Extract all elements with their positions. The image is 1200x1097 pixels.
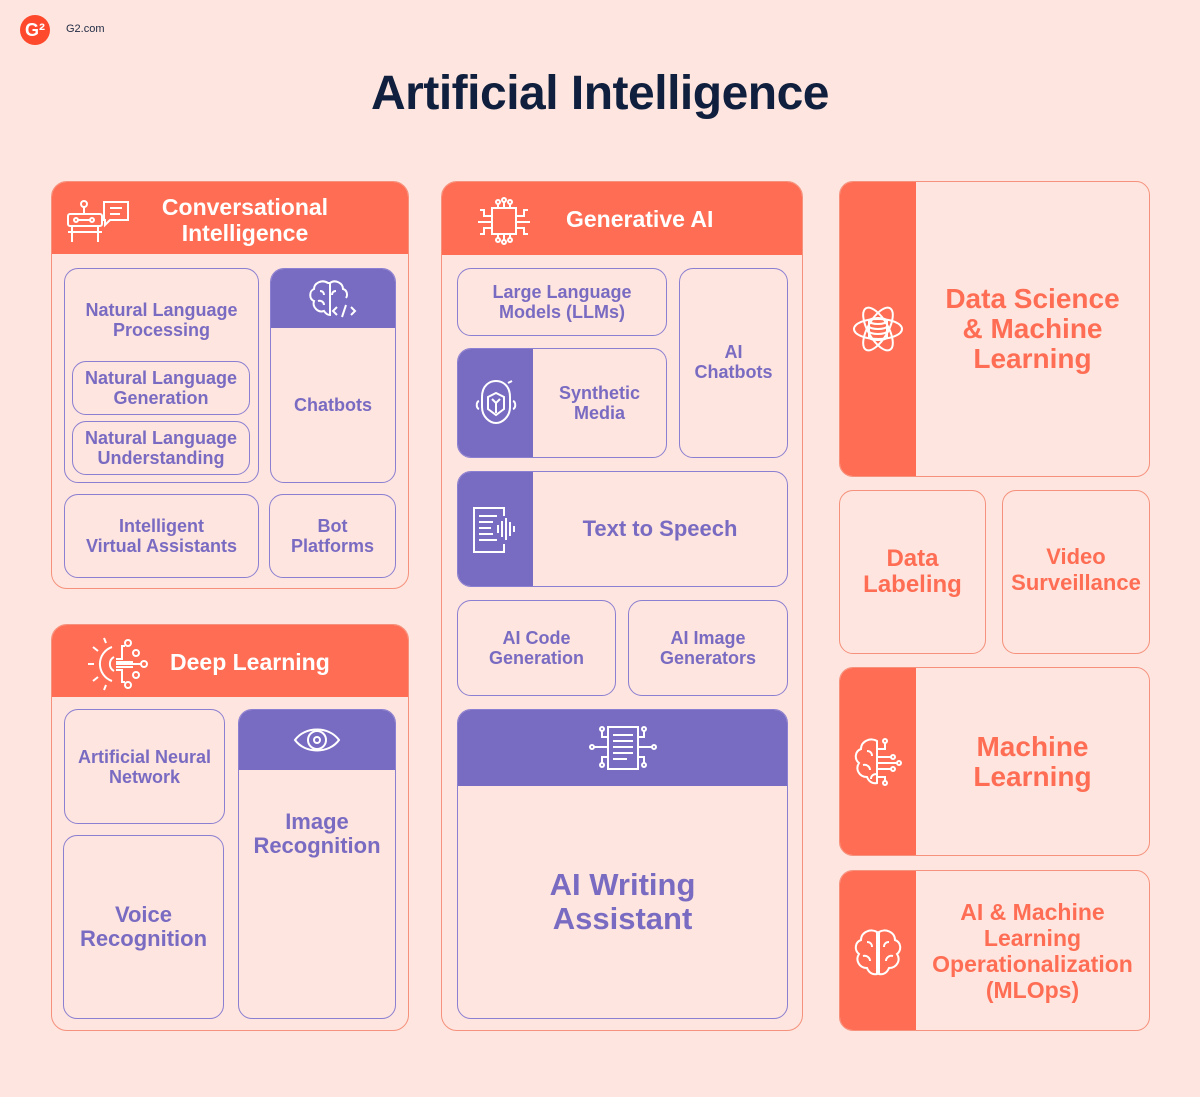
image-recognition-label: Image Recognition: [253, 809, 381, 858]
ann-label: Artificial Neural Network: [77, 746, 212, 787]
ai-code-label: AI Code Generation: [488, 628, 585, 668]
box-large-language-models[interactable]: Large Language Models (LLMs): [457, 268, 667, 336]
card-video-surveillance[interactable]: Video Surveillance: [1002, 490, 1150, 654]
tts-label: Text to Speech: [582, 516, 738, 541]
robot-chat-icon: [64, 198, 132, 244]
voice-recognition-label: Voice Recognition: [79, 902, 208, 951]
g2-site-label: G2.com: [66, 23, 105, 35]
document-circuit-icon: [458, 710, 787, 786]
document-audio-icon: [458, 472, 533, 586]
face-scan-icon: [458, 349, 533, 457]
page-title: Artificial Intelligence: [371, 67, 829, 120]
panel-title: Generative AI: [566, 206, 714, 232]
chatbots-label: Chatbots: [294, 395, 372, 415]
video-surveillance-label: Video Surveillance: [1011, 544, 1141, 595]
box-voice-recognition[interactable]: Voice Recognition: [63, 835, 224, 1019]
g2-logo[interactable]: G²: [20, 15, 50, 45]
eye-icon: [239, 710, 395, 770]
data-labeling-label: Data Labeling: [863, 545, 962, 598]
box-chatbots[interactable]: Chatbots: [270, 268, 396, 483]
card-data-science-machine-learning[interactable]: Data Science & Machine Learning: [839, 181, 1150, 477]
box-ai-writing-assistant[interactable]: AI Writing Assistant: [457, 709, 788, 1019]
ai-image-label: AI Image Generators: [659, 628, 757, 668]
synthetic-media-label: Synthetic Media: [558, 383, 641, 423]
panel-header: Generative AI: [442, 182, 802, 255]
brain-code-icon: [271, 269, 395, 328]
llm-label: Large Language Models (LLMs): [492, 282, 632, 322]
ml-label: Machine Learning: [973, 730, 1092, 792]
box-text-to-speech[interactable]: Text to Speech: [457, 471, 788, 587]
box-image-recognition[interactable]: Image Recognition: [238, 709, 396, 1019]
card-mlops[interactable]: AI & Machine Learning Operationalization…: [839, 870, 1150, 1031]
neural-sun-icon: [88, 637, 148, 691]
box-natural-language-generation[interactable]: Natural Language Generation: [72, 361, 250, 415]
atom-database-icon: [840, 182, 916, 476]
card-data-labeling[interactable]: Data Labeling: [839, 490, 986, 654]
nlg-label: Natural Language Generation: [84, 368, 238, 408]
panel-header: Deep Learning: [52, 625, 408, 697]
ai-chatbots-label: AI Chatbots: [694, 342, 773, 382]
mlops-label: AI & Machine Learning Operationalization…: [932, 898, 1133, 1003]
panel-title: Conversational Intelligence: [161, 194, 329, 246]
box-ai-chatbots[interactable]: AI Chatbots: [679, 268, 788, 458]
box-ai-code-generation[interactable]: AI Code Generation: [457, 600, 616, 696]
box-intelligent-virtual-assistants[interactable]: Intelligent Virtual Assistants: [64, 494, 259, 578]
ai-writing-label: AI Writing Assistant: [549, 867, 696, 936]
box-natural-language-understanding[interactable]: Natural Language Understanding: [72, 421, 250, 475]
card-machine-learning[interactable]: Machine Learning: [839, 667, 1150, 856]
iva-label: Intelligent Virtual Assistants: [85, 516, 238, 556]
box-synthetic-media[interactable]: Synthetic Media: [457, 348, 667, 458]
box-bot-platforms[interactable]: Bot Platforms: [269, 494, 396, 578]
dsml-label: Data Science & Machine Learning: [945, 283, 1120, 374]
brain-circuit-icon: [840, 668, 916, 855]
brain-icon: [840, 871, 916, 1030]
bot-platforms-label: Bot Platforms: [290, 516, 375, 556]
box-artificial-neural-network[interactable]: Artificial Neural Network: [64, 709, 225, 824]
nlu-label: Natural Language Understanding: [84, 428, 238, 468]
nlp-label: Natural Language Processing: [85, 300, 238, 340]
chip-icon: [472, 196, 536, 246]
panel-title: Deep Learning: [170, 649, 330, 675]
panel-header: Conversational Intelligence: [52, 182, 408, 254]
box-ai-image-generators[interactable]: AI Image Generators: [628, 600, 788, 696]
